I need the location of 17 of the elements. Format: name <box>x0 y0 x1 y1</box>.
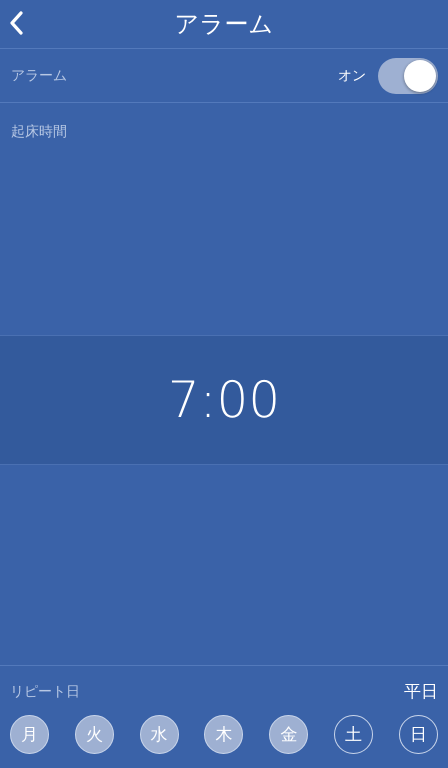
time-value: 7:00 <box>168 371 280 429</box>
weekday-toggle[interactable]: 日 <box>398 715 438 754</box>
weekday-toggle[interactable]: 木 <box>204 715 244 754</box>
repeat-summary: 平日 <box>404 681 438 703</box>
weekday-toggle[interactable]: 土 <box>334 715 374 754</box>
time-picker-band[interactable]: 7:00 <box>0 335 448 465</box>
repeat-label: リピート日 <box>10 682 80 700</box>
alarm-label: アラーム <box>11 66 67 84</box>
weekday-toggle[interactable]: 水 <box>140 715 179 754</box>
back-icon[interactable] <box>9 11 23 35</box>
weekday-toggle[interactable]: 月 <box>10 715 49 754</box>
weekday-toggle[interactable]: 火 <box>74 715 114 754</box>
alarm-toggle[interactable] <box>378 58 438 94</box>
weekday-toggle[interactable]: 金 <box>269 715 308 754</box>
page-title: アラーム <box>174 9 274 40</box>
wake-time-label: 起床時間 <box>11 123 67 141</box>
alarm-state-text: オン <box>338 66 366 84</box>
